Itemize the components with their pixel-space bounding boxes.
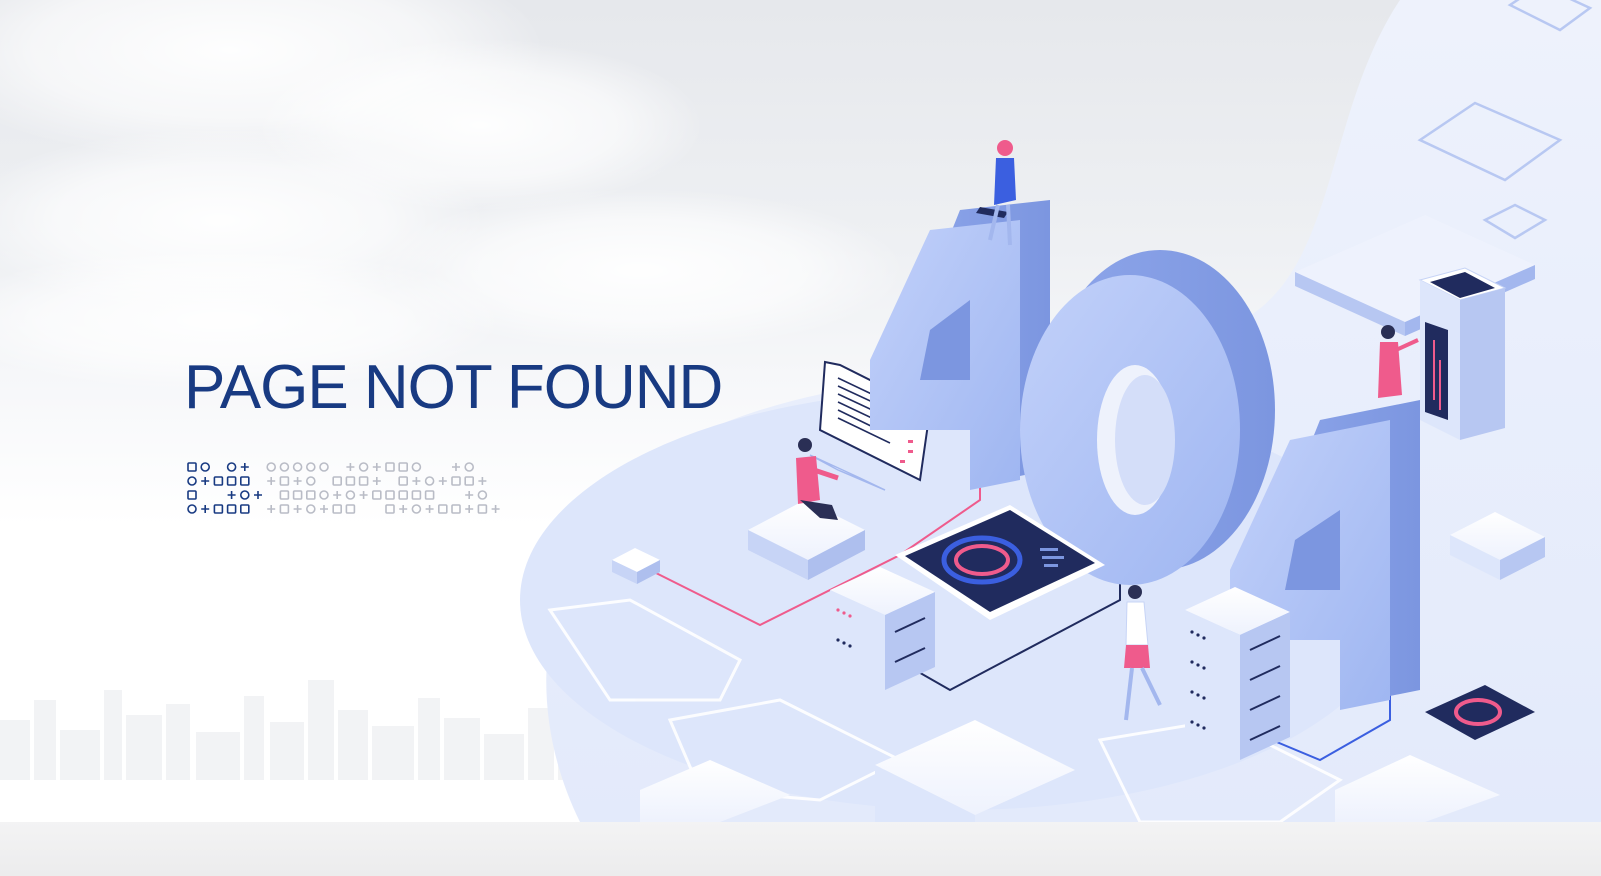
decorative-symbol [200, 462, 211, 472]
decorative-symbol [358, 476, 369, 486]
decorative-symbol [266, 462, 276, 472]
decorative-symbol [345, 504, 356, 514]
decorative-symbol [464, 476, 475, 486]
decorative-symbol [398, 490, 408, 500]
decorative-symbol [279, 490, 290, 500]
monitor-panel-icon [1418, 267, 1507, 440]
decorative-symbol [226, 462, 237, 472]
decorative-symbol [398, 462, 408, 472]
error-page: PAGE NOT FOUND [0, 0, 1601, 876]
decorative-symbol [477, 504, 488, 514]
decorative-symbol [226, 504, 237, 514]
decorative-symbol [465, 491, 474, 499]
decorative-symbol [306, 504, 316, 514]
decorative-symbol [385, 504, 395, 514]
decorative-symbol [187, 476, 197, 486]
decorative-symbol [477, 490, 488, 500]
decorative-symbol [399, 505, 408, 513]
decorative-symbol [239, 490, 250, 500]
decorative-symbol [385, 490, 395, 500]
decorative-symbol [332, 504, 342, 514]
decorative-symbol [201, 477, 210, 485]
decorative-symbol [292, 462, 303, 472]
decorative-symbol [187, 490, 197, 500]
decorative-symbol [239, 504, 250, 514]
decorative-symbol [372, 463, 381, 471]
isometric-404-illustration [520, 0, 1601, 822]
decorative-symbol [213, 504, 224, 514]
decorative-symbol [306, 490, 316, 500]
decorative-symbol [385, 462, 395, 472]
decorative-symbol [240, 463, 249, 471]
decorative-symbol [293, 505, 302, 513]
decorative-symbol [306, 462, 316, 472]
decorative-symbol [359, 491, 368, 499]
decorative-symbol [478, 477, 487, 485]
decorative-symbol [411, 462, 422, 472]
decorative-symbol [345, 490, 356, 500]
decorative-symbol [464, 462, 475, 472]
decorative-symbol [320, 505, 328, 513]
decorative-symbol [411, 490, 422, 500]
decorative-symbol [438, 477, 447, 485]
decorative-symbol [424, 476, 435, 486]
decorative-symbol [279, 462, 290, 472]
decorative-symbol [346, 463, 355, 471]
decorative-symbol [227, 491, 236, 499]
decorative-symbol [372, 477, 381, 485]
decorative-symbol [226, 476, 237, 486]
decorative-symbol [332, 476, 342, 486]
decorative-symbol [411, 504, 422, 514]
decorative-symbol [292, 490, 303, 500]
decorative-symbol [372, 490, 382, 500]
decorative-symbol [239, 476, 250, 486]
decorative-symbol [345, 476, 356, 486]
decorative-symbol [452, 463, 460, 471]
decorative-symbol [187, 504, 197, 514]
decorative-symbol [213, 476, 224, 486]
decorative-symbol [254, 491, 262, 499]
decorative-symbol [333, 491, 342, 499]
decorative-symbol [438, 504, 448, 514]
decorative-symbol-row [187, 462, 500, 514]
decorative-symbol [201, 505, 210, 513]
server-rack-icon [830, 567, 935, 690]
decorative-symbol [412, 477, 421, 485]
decorative-symbol [465, 505, 474, 513]
decorative-symbol [424, 490, 435, 500]
decorative-symbol [319, 462, 329, 472]
decorative-symbol [358, 462, 369, 472]
decorative-symbol [279, 504, 290, 514]
decorative-symbol [451, 476, 461, 486]
decorative-symbol [306, 476, 316, 486]
decorative-symbol [187, 462, 197, 472]
decorative-symbol [425, 505, 434, 513]
server-rack-icon [1185, 587, 1290, 760]
page-footer-strip [0, 822, 1601, 876]
decorative-symbol [279, 476, 290, 486]
decorative-symbol [491, 505, 500, 513]
decorative-symbol [267, 505, 276, 513]
decorative-symbol [293, 477, 302, 485]
decorative-symbol [319, 490, 329, 500]
decorative-symbol [398, 476, 408, 486]
decorative-symbol [451, 504, 461, 514]
decorative-symbol [267, 477, 276, 485]
